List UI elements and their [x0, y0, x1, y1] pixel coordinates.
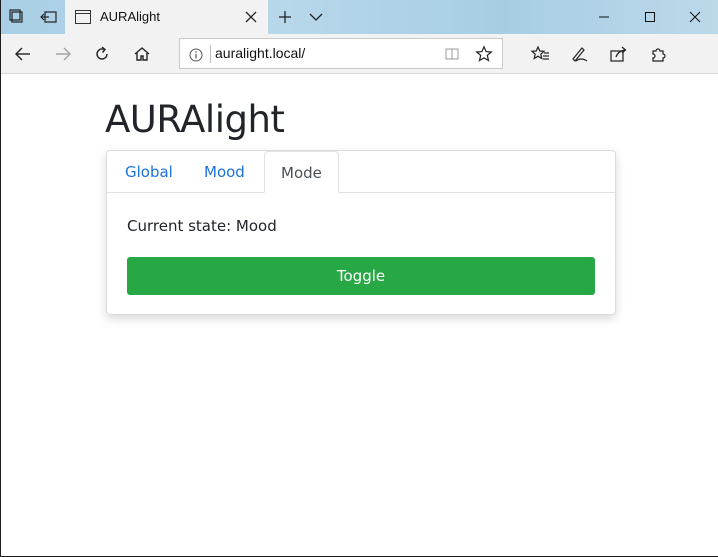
tab-manager-icon[interactable] — [1, 0, 33, 34]
share-icon[interactable] — [599, 34, 639, 74]
favorites-hub-icon[interactable] — [520, 34, 560, 74]
home-icon[interactable] — [122, 34, 162, 74]
site-info-icon[interactable] — [189, 47, 203, 62]
tab-title: AURAlight — [100, 9, 160, 24]
tab-mode[interactable]: Mode — [264, 151, 339, 193]
close-window-icon[interactable] — [672, 0, 718, 34]
tab-bar: AURAlight — [1, 0, 718, 34]
toggle-button[interactable]: Toggle — [127, 257, 595, 295]
url-text[interactable]: auralight.local/ — [215, 45, 305, 61]
browser-tab[interactable]: AURAlight — [65, 0, 268, 34]
forward-arrow-icon[interactable] — [43, 34, 83, 74]
favorite-star-icon[interactable] — [474, 44, 494, 64]
tab-mood[interactable]: Mood — [188, 151, 261, 193]
current-state-text: Current state: Mood — [127, 217, 277, 235]
set-tabs-aside-icon[interactable] — [33, 0, 65, 34]
back-arrow-icon[interactable] — [3, 34, 43, 74]
address-bar[interactable]: auralight.local/ — [179, 38, 503, 69]
card-tab-bar: Global Mood Mode — [107, 151, 615, 193]
minimize-icon[interactable] — [581, 0, 627, 34]
maximize-icon[interactable] — [627, 0, 673, 34]
address-separator — [210, 45, 211, 63]
app-title: AURAlight — [105, 98, 285, 141]
navigation-toolbar: auralight.local/ — [1, 34, 718, 74]
page-content: AURAlight Global Mood Mode Current state… — [1, 74, 718, 556]
refresh-icon[interactable] — [82, 34, 122, 74]
new-tab-plus-icon[interactable] — [269, 0, 301, 34]
reading-view-book-icon[interactable] — [442, 44, 462, 64]
tab-global[interactable]: Global — [109, 151, 189, 193]
close-tab-icon[interactable] — [242, 8, 260, 26]
pen-notes-icon[interactable] — [559, 34, 599, 74]
extensions-puzzle-icon[interactable] — [639, 34, 679, 74]
tab-preview-chevron-down-icon[interactable] — [300, 0, 332, 34]
page-favicon-icon — [75, 10, 91, 24]
control-card: Global Mood Mode Current state: Mood Tog… — [106, 150, 616, 315]
browser-window: AURAlight auralight.local/ AURAlight Glo… — [0, 0, 718, 557]
